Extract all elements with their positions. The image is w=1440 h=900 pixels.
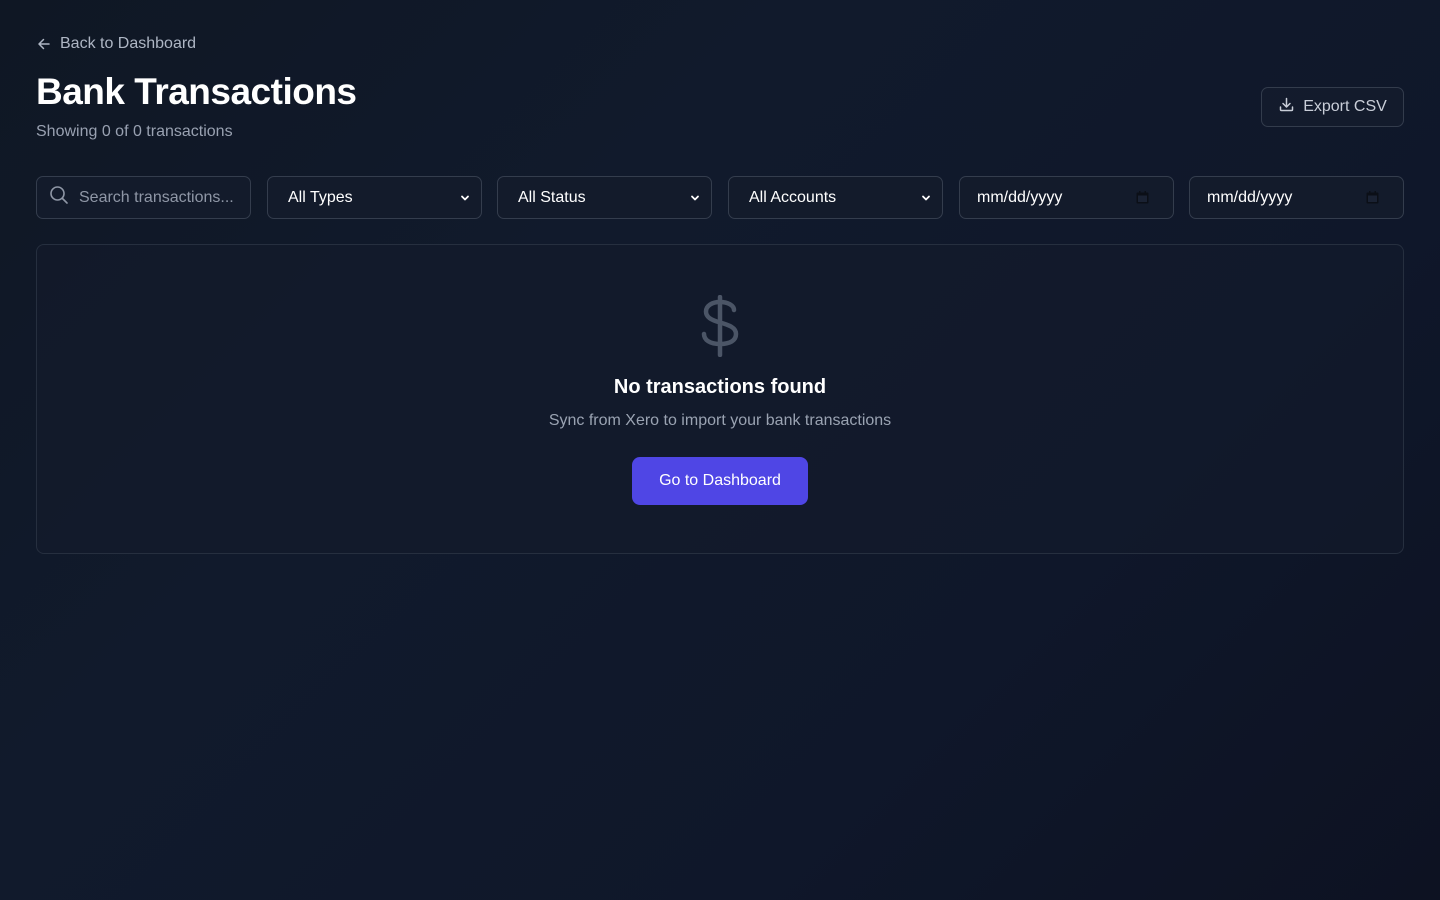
export-csv-button[interactable]: Export CSV [1261,87,1404,127]
calendar-icon[interactable] [1366,191,1379,204]
transaction-count: Showing 0 of 0 transactions [36,123,233,140]
status-filter-select[interactable]: All Status [497,176,712,219]
search-input[interactable]: Search transactions... [36,176,251,219]
calendar-icon[interactable] [1136,191,1149,204]
filter-bar: Search transactions... All Types All Sta… [36,176,1404,219]
date-from-placeholder: mm/dd/yyyy [977,188,1063,206]
chevron-down-icon [920,192,932,204]
empty-state-title: No transactions found [613,376,827,398]
chevron-down-icon [689,192,701,204]
search-placeholder: Search transactions... [79,188,234,206]
status-filter-value: All Status [518,188,586,206]
chevron-down-icon [459,192,471,204]
date-to-input[interactable]: mm/dd/yyyy [1189,176,1404,219]
back-link-label: Back to Dashboard [60,35,197,52]
empty-state-message: Sync from Xero to import your bank trans… [548,412,892,429]
go-to-dashboard-button[interactable]: Go to Dashboard [632,457,808,505]
page-title: Bank Transactions [36,71,357,112]
export-csv-label: Export CSV [1303,98,1387,115]
date-from-input[interactable]: mm/dd/yyyy [959,176,1174,219]
account-filter-select[interactable]: All Accounts [728,176,943,219]
date-to-placeholder: mm/dd/yyyy [1207,188,1293,206]
download-icon [1278,96,1295,118]
dollar-sign-icon [697,294,743,358]
type-filter-select[interactable]: All Types [267,176,482,219]
search-icon [49,185,69,210]
back-to-dashboard-link[interactable]: Back to Dashboard [36,33,196,55]
account-filter-value: All Accounts [749,188,837,206]
arrow-left-icon [36,36,52,52]
page: Back to Dashboard Bank Transactions Show… [36,0,1404,900]
type-filter-value: All Types [288,188,353,206]
empty-state-card: No transactions found Sync from Xero to … [36,244,1404,554]
